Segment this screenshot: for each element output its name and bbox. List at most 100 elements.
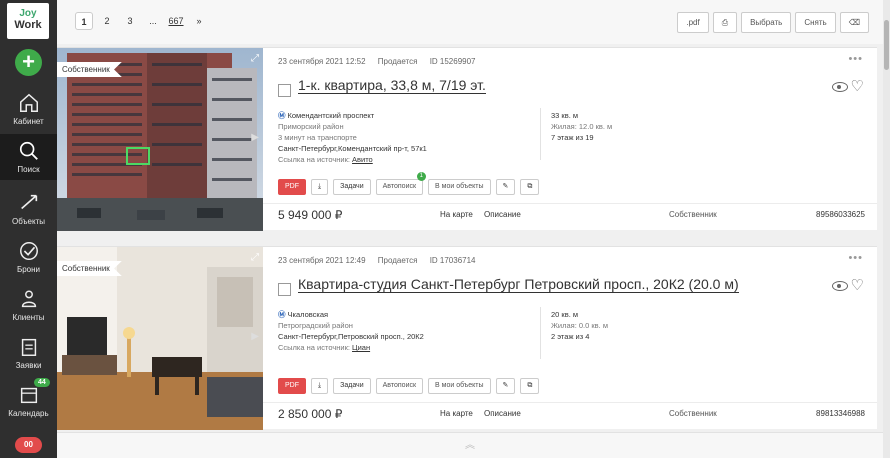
download-button[interactable]: ⤓ — [311, 179, 329, 195]
more-options-icon[interactable]: ••• — [848, 252, 863, 264]
owner-tag: Собственник — [57, 62, 122, 77]
scrollbar[interactable] — [883, 0, 890, 458]
edit-button[interactable]: ✎ — [495, 179, 516, 195]
more-options-icon[interactable]: ••• — [848, 53, 863, 65]
metro-station: Ⓜ Чкаловская — [278, 309, 533, 320]
pdf-button[interactable]: PDF — [278, 179, 306, 195]
living-area: Жилая: 12.0 кв. м — [551, 122, 613, 131]
seller-phone[interactable]: 89813346988 — [816, 409, 865, 418]
metro-icon: Ⓜ — [278, 310, 286, 319]
source-link[interactable]: Авито — [352, 155, 373, 164]
sidebar-item-clients[interactable]: Клиенты — [0, 282, 57, 328]
clear-button[interactable]: Снять — [795, 12, 836, 33]
seller-type: Собственник — [669, 210, 717, 219]
description-link[interactable]: Описание — [484, 210, 521, 219]
printer-icon: ⎙ — [721, 18, 729, 27]
edit-button[interactable]: ✎ — [495, 378, 516, 394]
download-button[interactable]: ⤓ — [311, 378, 329, 394]
status-toggle[interactable]: 00 — [15, 437, 42, 453]
listing-status: Продается — [377, 57, 418, 66]
divider — [263, 203, 877, 204]
my-objects-button[interactable]: В мои объекты — [428, 179, 491, 195]
listing-meta: 23 сентября 2021 12:52 Продается ID 1526… — [278, 57, 486, 66]
eye-icon[interactable] — [832, 281, 848, 291]
source-label: Ссылка на источник: — [278, 343, 350, 352]
print-button[interactable]: ⎙ — [712, 12, 738, 33]
next-photo-icon[interactable]: ▶ — [251, 331, 259, 342]
sidebar-item-search[interactable]: Поиск — [0, 134, 57, 180]
sidebar-item-label: Объекты — [12, 217, 45, 226]
scroll-up-icon[interactable]: ︽ — [465, 440, 475, 451]
copy-icon: ⧉ — [527, 382, 533, 389]
page-last-button[interactable]: 667 — [167, 12, 185, 30]
autosearch-button[interactable]: Автопоиск — [375, 378, 424, 394]
bottom-bar: ︽ — [57, 432, 883, 458]
listing-photo[interactable]: Собственник ⤢ ▶ — [57, 48, 263, 231]
eraser-button[interactable]: ⌫ — [839, 12, 869, 33]
source-row: Ссылка на источник: Циан — [278, 342, 533, 353]
listing-status: Продается — [377, 256, 418, 265]
my-objects-button[interactable]: В мои объекты — [428, 378, 491, 394]
full-address: Санкт-Петербург,Петровский просп., 20К2 — [278, 332, 424, 341]
copy-icon: ⧉ — [527, 183, 533, 190]
select-button[interactable]: Выбрать — [741, 12, 792, 33]
sidebar-item-label: Клиенты — [12, 313, 45, 322]
page-2-button[interactable]: 2 — [98, 12, 116, 30]
select-checkbox[interactable] — [278, 84, 291, 97]
metro-station: Ⓜ Комендантский проспект — [278, 110, 533, 121]
listing-title[interactable]: Квартира-студия Санкт-Петербург Петровск… — [298, 277, 739, 293]
add-button[interactable]: + — [15, 49, 42, 76]
autosearch-button[interactable]: Автопоиск 1 — [375, 172, 426, 195]
sidebar-item-calendar[interactable]: 44 Календарь — [0, 378, 57, 424]
tasks-button[interactable]: Задачи — [333, 378, 371, 394]
sidebar-item-label: Поиск — [17, 165, 40, 174]
listing-photo[interactable]: Собственник ⤢ ▶ — [57, 247, 263, 430]
total-area: 20 кв. м — [551, 310, 579, 319]
source-link[interactable]: Циан — [352, 343, 370, 352]
floor-info: 7 этаж из 19 — [551, 133, 594, 142]
page-1-button[interactable]: 1 — [75, 12, 93, 30]
objects-icon — [20, 194, 37, 210]
sidebar-item-cabinet[interactable]: Кабинет — [0, 86, 57, 132]
owner-tag: Собственник — [57, 261, 122, 276]
next-photo-icon[interactable]: ▶ — [251, 132, 259, 143]
pdf-button[interactable]: PDF — [278, 378, 306, 394]
expand-icon[interactable]: ⤢ — [251, 252, 259, 263]
divider — [540, 307, 541, 359]
copy-button[interactable]: ⧉ — [520, 378, 540, 394]
heart-icon[interactable]: ♡ — [851, 77, 864, 95]
download-icon: ⤓ — [318, 382, 322, 389]
map-link[interactable]: На карте — [440, 210, 473, 219]
sidebar-item-objects[interactable]: Объекты — [0, 186, 57, 232]
app-logo[interactable]: Joy Work — [7, 3, 49, 39]
logo-line1: Joy — [19, 8, 37, 19]
listing-title[interactable]: 1-к. квартира, 33,8 м, 7/19 эт. — [298, 78, 486, 94]
sidebar-item-bookings[interactable]: Брони — [0, 234, 57, 280]
eye-icon[interactable] — [832, 82, 848, 92]
description-link[interactable]: Описание — [484, 409, 521, 418]
copy-button[interactable]: ⧉ — [520, 179, 540, 195]
page-next-button[interactable]: » — [190, 12, 208, 30]
sidebar-item-label: Календарь — [8, 409, 49, 418]
expand-icon[interactable]: ⤢ — [251, 53, 259, 64]
heart-icon[interactable]: ♡ — [851, 276, 864, 294]
listing-meta: 23 сентября 2021 12:49 Продается ID 1703… — [278, 256, 486, 265]
edit-icon: ✎ — [502, 183, 509, 190]
logo-line2: Work — [14, 19, 42, 31]
listing-card: Собственник ⤢ ▶ 23 сентября 2021 12:52 П… — [57, 47, 877, 231]
tasks-button[interactable]: Задачи — [333, 179, 371, 195]
listing-specs: 33 кв. м Жилая: 12.0 кв. м 7 этаж из 19 — [551, 110, 612, 143]
export-pdf-button[interactable]: .pdf — [677, 12, 709, 33]
living-area: Жилая: 0.0 кв. м — [551, 321, 608, 330]
listing-card: Собственник ⤢ ▶ 23 сентября 2021 12:49 П… — [57, 246, 877, 430]
sidebar-item-requests[interactable]: Заявки — [0, 330, 57, 376]
seller-phone[interactable]: 89586033625 — [816, 210, 865, 219]
page-3-button[interactable]: 3 — [121, 12, 139, 30]
calendar-badge: 44 — [34, 378, 50, 387]
source-row: Ссылка на источник: Авито — [278, 154, 533, 165]
map-link[interactable]: На карте — [440, 409, 473, 418]
scrollbar-thumb[interactable] — [884, 20, 889, 70]
listing-actions: PDF ⤓ Задачи Автопоиск В мои объекты ✎ ⧉ — [278, 378, 544, 394]
clipboard-icon — [21, 338, 36, 356]
select-checkbox[interactable] — [278, 283, 291, 296]
